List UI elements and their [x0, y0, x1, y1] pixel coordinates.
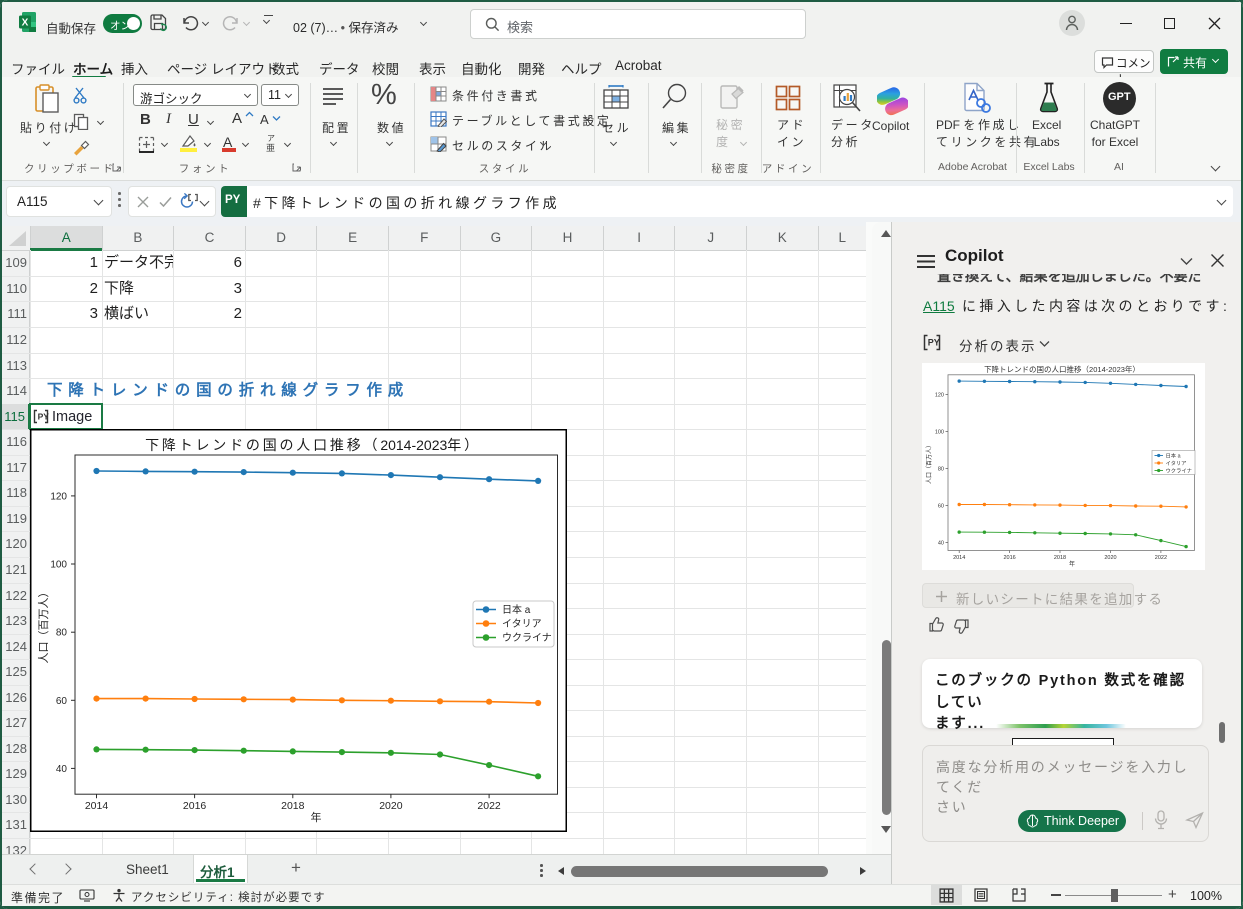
- svg-text:100: 100: [935, 430, 944, 436]
- svg-text:年: 年: [311, 810, 322, 824]
- svg-text:イタリア: イタリア: [502, 618, 542, 630]
- svg-text:60: 60: [56, 696, 68, 707]
- svg-text:60: 60: [938, 503, 944, 509]
- svg-text:下降トレンドの国の人口推移（2014-2023年）: 下降トレンドの国の人口推移（2014-2023年）: [145, 437, 481, 453]
- svg-text:人口（百万人）: 人口（百万人）: [37, 587, 50, 664]
- svg-text:2018: 2018: [281, 800, 305, 812]
- svg-text:2022: 2022: [477, 800, 501, 812]
- svg-text:2020: 2020: [1104, 555, 1116, 561]
- svg-text:日本 a: 日本 a: [502, 603, 531, 616]
- svg-text:2018: 2018: [1054, 555, 1066, 561]
- svg-text:年: 年: [1069, 560, 1075, 568]
- svg-text:日本 a: 日本 a: [1166, 452, 1181, 460]
- svg-text:ウクライナ: ウクライナ: [502, 632, 552, 644]
- svg-text:PY: PY: [928, 338, 940, 348]
- svg-text:80: 80: [938, 467, 944, 473]
- svg-text:ウクライナ: ウクライナ: [1166, 467, 1192, 475]
- svg-text:80: 80: [56, 628, 68, 639]
- svg-text:2020: 2020: [379, 800, 403, 812]
- svg-text:人口（百万人）: 人口（百万人）: [926, 442, 933, 484]
- svg-text:100: 100: [50, 560, 67, 571]
- svg-text:120: 120: [935, 393, 944, 399]
- svg-text:40: 40: [938, 540, 944, 546]
- svg-text:2016: 2016: [183, 800, 207, 812]
- svg-text:2016: 2016: [1003, 555, 1015, 561]
- svg-text:2014: 2014: [953, 555, 965, 561]
- svg-text:イタリア: イタリア: [1166, 459, 1187, 467]
- svg-text:下降トレンドの国の人口推移（2014-2023年）: 下降トレンドの国の人口推移（2014-2023年）: [984, 364, 1140, 374]
- svg-text:PY: PY: [38, 412, 49, 422]
- svg-text:2014: 2014: [85, 800, 109, 812]
- svg-text:120: 120: [50, 491, 67, 502]
- svg-text:2022: 2022: [1155, 555, 1167, 561]
- svg-text:40: 40: [56, 764, 68, 775]
- svg-text:X: X: [22, 18, 29, 29]
